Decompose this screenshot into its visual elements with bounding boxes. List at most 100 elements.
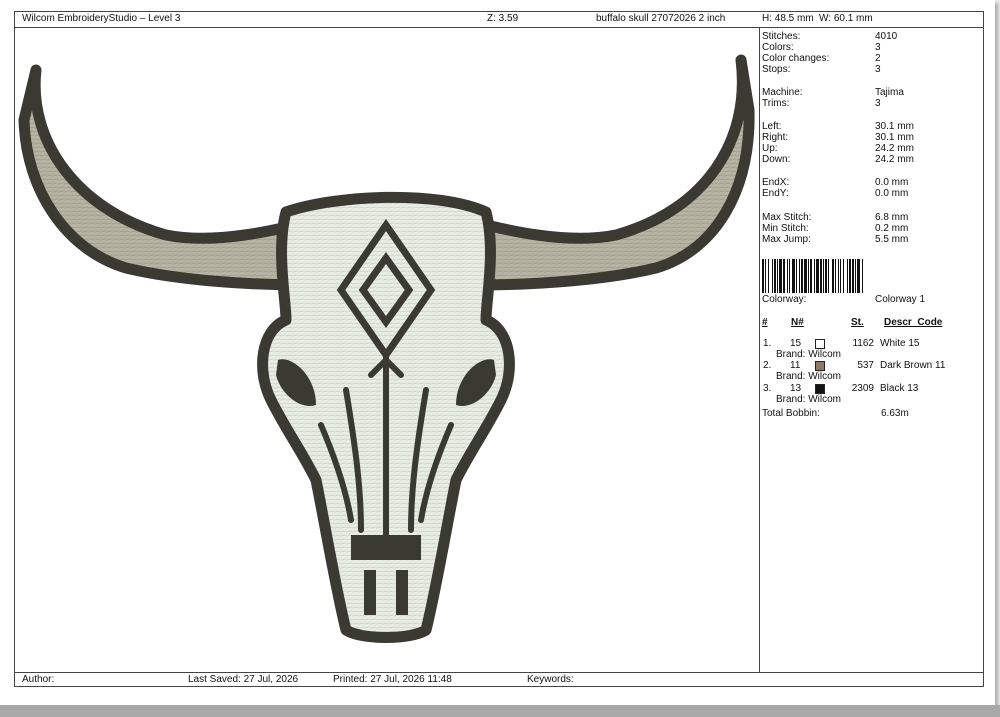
barcode-bar <box>804 259 807 293</box>
barcode-bar <box>808 259 809 293</box>
stat-label: Stops: <box>762 64 791 75</box>
stat-label: Machine: <box>762 87 803 98</box>
thread-description: White 15 <box>880 338 920 349</box>
stat-value: 24.2 mm <box>875 143 914 154</box>
barcode-bar <box>799 259 800 293</box>
stat-label: Down: <box>762 154 791 165</box>
thread-brand: Brand: Wilcom <box>776 394 842 405</box>
thread-description: Dark Brown 11 <box>880 360 946 371</box>
barcode-bar <box>832 259 834 293</box>
barcode-bar <box>852 259 854 293</box>
stat-value: 0.0 mm <box>875 188 909 199</box>
thread-index: 3. <box>763 383 772 394</box>
barcode-bar <box>820 259 822 293</box>
barcode-bar <box>849 259 851 293</box>
footer-author: Author: <box>22 674 55 685</box>
barcode-bar <box>779 259 782 293</box>
total-bobbin-value: 6.63m <box>881 408 909 419</box>
zoom-level: Z: 3.59 <box>487 13 519 24</box>
thread-needle: 13 <box>790 383 802 394</box>
app-title: Wilcom EmbroideryStudio – Level 3 <box>22 13 181 24</box>
footer-keywords: Keywords: <box>527 674 574 685</box>
thread-index: 1. <box>763 338 772 349</box>
barcode-bar <box>862 259 863 293</box>
stat-label: Trims: <box>762 98 790 109</box>
stat-value: 4010 <box>875 31 898 42</box>
stat-label: EndX: <box>762 177 790 188</box>
col-header-needle: N# <box>791 317 804 328</box>
col-header-stitches: St. <box>851 317 864 328</box>
thread-stitches: 537 <box>857 360 874 371</box>
window-bottom-bar <box>0 705 1000 717</box>
stat-value: 5.5 mm <box>875 234 909 245</box>
barcode-bar <box>777 259 778 293</box>
barcode-bar <box>823 259 824 293</box>
barcode-bar <box>814 259 815 293</box>
barcode-bar <box>843 259 844 293</box>
left-horn <box>18 64 322 291</box>
footer-printed: Printed: 27 Jul, 2026 11:48 <box>333 674 452 685</box>
design-width: W: 60.1 mm <box>819 13 873 24</box>
stat-value: 30.1 mm <box>875 121 914 132</box>
print-preview-page: Wilcom EmbroideryStudio – Level 3 Z: 3.5… <box>0 0 995 705</box>
barcode <box>762 259 863 293</box>
colorway-label: Colorway: <box>762 294 807 305</box>
stat-value: 24.2 mm <box>875 154 914 165</box>
col-header-descr: Descr_Code <box>884 317 943 328</box>
design-height: H: 48.5 mm <box>762 13 814 24</box>
barcode-bar <box>783 259 785 293</box>
stat-value: 3 <box>875 98 881 109</box>
thread-needle: 15 <box>790 338 802 349</box>
stat-label: Max Stitch: <box>762 212 812 223</box>
barcode-bar <box>810 259 812 293</box>
stat-value: 0.2 mm <box>875 223 909 234</box>
barcode-bar <box>828 259 829 293</box>
right-horn <box>460 54 755 291</box>
thread-stitches: 2309 <box>851 383 874 394</box>
stat-value: 2 <box>875 53 881 64</box>
thread-needle: 11 <box>790 360 801 371</box>
stat-label: Right: <box>762 132 789 143</box>
barcode-bar <box>762 259 764 293</box>
stat-label: Color changes: <box>762 53 830 64</box>
thread-color-swatch <box>815 361 825 371</box>
colorway-value: Colorway 1 <box>875 294 926 305</box>
barcode-bar <box>796 259 797 293</box>
panel-divider <box>759 27 760 673</box>
barcode-bar <box>825 259 827 293</box>
barcode-bar <box>772 259 773 293</box>
footer-last-saved: Last Saved: 27 Jul, 2026 <box>188 674 299 685</box>
thread-index: 2. <box>763 360 772 371</box>
col-header-index: # <box>762 317 768 328</box>
header-divider <box>14 27 984 28</box>
barcode-bar <box>765 259 766 293</box>
barcode-bar <box>801 259 803 293</box>
total-bobbin-label: Total Bobbin: <box>762 408 820 419</box>
barcode-bar <box>792 259 795 293</box>
barcode-bar <box>847 259 848 293</box>
barcode-bar <box>768 259 769 293</box>
stat-value: 6.8 mm <box>875 212 909 223</box>
stat-value: 3 <box>875 64 881 75</box>
barcode-bar <box>840 259 841 293</box>
thread-description: Black 13 <box>880 383 919 394</box>
thread-color-swatch <box>815 339 825 349</box>
thread-color-swatch <box>815 384 825 394</box>
thread-brand: Brand: Wilcom <box>776 371 842 382</box>
footer-divider <box>14 672 984 673</box>
barcode-bar <box>838 259 839 293</box>
design-name: buffalo skull 27072026 2 inch <box>596 13 726 24</box>
thread-brand: Brand: Wilcom <box>776 349 842 360</box>
embroidery-design-preview <box>18 54 755 643</box>
stat-label: Min Stitch: <box>762 223 809 234</box>
barcode-bar <box>857 259 860 293</box>
barcode-bar <box>835 259 836 293</box>
stat-value: 0.0 mm <box>875 177 909 188</box>
barcode-bar <box>816 259 819 293</box>
stat-value: Tajima <box>875 87 904 98</box>
stat-value: 3 <box>875 42 881 53</box>
barcode-bar <box>774 259 776 293</box>
barcode-bar <box>787 259 788 293</box>
stat-label: Left: <box>762 121 782 132</box>
stat-label: Colors: <box>762 42 794 53</box>
